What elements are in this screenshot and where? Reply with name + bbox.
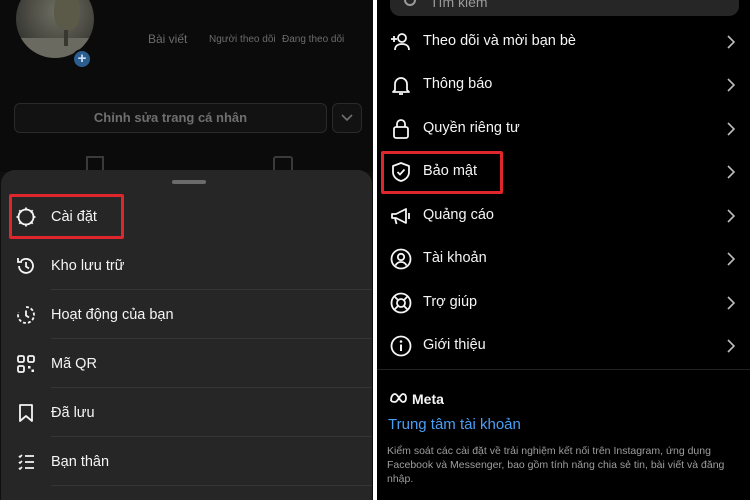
search-input[interactable]: Tìm kiếm	[390, 0, 739, 16]
search-icon	[404, 0, 416, 6]
chevron-right-icon	[725, 32, 737, 52]
section-divider	[377, 369, 750, 370]
settings-row-label: Quảng cáo	[423, 207, 494, 223]
menu-item-label: Mã QR	[51, 355, 97, 372]
menu-item-label: Đã lưu	[51, 404, 95, 421]
qr-code-icon	[15, 353, 37, 375]
chevron-right-icon	[725, 119, 737, 139]
settings-row-ads[interactable]: Quảng cáo	[377, 194, 750, 238]
menu-item-close-friends[interactable]: Bạn thân	[1, 437, 372, 486]
settings-row-label: Tài khoản	[423, 250, 487, 266]
close-friends-list-icon	[15, 451, 37, 473]
archive-history-icon	[15, 255, 37, 277]
settings-row-follow-invite[interactable]: Theo dõi và mời bạn bè	[377, 20, 750, 64]
bell-icon	[389, 73, 413, 97]
chevron-right-icon	[725, 336, 737, 356]
grid-icon[interactable]	[86, 156, 104, 170]
chevron-right-icon	[725, 293, 737, 313]
search-placeholder: Tìm kiếm	[430, 0, 488, 10]
highlight-box-security	[381, 151, 503, 194]
chevron-right-icon	[725, 162, 737, 182]
dimmed-profile-header: + Bài viết Người theo dõi Đang theo dõi …	[0, 0, 373, 172]
menu-item-label: Bạn thân	[51, 453, 110, 470]
settings-row-notifications[interactable]: Thông báo	[377, 63, 750, 107]
menu-item-archive[interactable]: Kho lưu trữ	[1, 241, 372, 290]
meta-logo-icon	[389, 391, 409, 407]
menu-item-label: Kho lưu trữ	[51, 257, 125, 274]
chevron-right-icon	[725, 75, 737, 95]
chevron-right-icon	[725, 206, 737, 226]
settings-row-help[interactable]: Trợ giúp	[377, 281, 750, 325]
profile-screen: + Bài viết Người theo dõi Đang theo dõi …	[0, 0, 373, 500]
lifebuoy-icon	[389, 291, 413, 315]
chevron-right-icon	[725, 249, 737, 269]
following-stat-label: Đang theo dõi	[282, 34, 345, 45]
highlight-box-settings	[9, 194, 124, 239]
settings-row-label: Thông báo	[423, 76, 493, 92]
settings-row-privacy[interactable]: Quyền riêng tư	[377, 107, 750, 151]
add-story-badge[interactable]: +	[72, 49, 92, 69]
menu-item-saved[interactable]: Đã lưu	[1, 388, 372, 437]
megaphone-icon	[389, 204, 413, 228]
sheet-handle[interactable]	[172, 180, 206, 184]
settings-row-label: Quyền riêng tư	[423, 120, 520, 136]
followers-stat-label: Người theo dõi	[209, 34, 276, 45]
info-icon	[389, 334, 413, 358]
meta-brand-label: Meta	[412, 391, 444, 407]
settings-row-account[interactable]: Tài khoản	[377, 237, 750, 281]
tagged-icon[interactable]	[273, 156, 293, 170]
settings-row-label: Theo dõi và mời bạn bè	[423, 33, 576, 49]
menu-item-qr[interactable]: Mã QR	[1, 339, 372, 388]
meta-brand: Meta	[389, 391, 444, 407]
posts-stat-label: Bài viết	[148, 32, 188, 46]
menu-item-activity[interactable]: Hoạt động của bạn	[1, 290, 372, 339]
menu-item-label: Hoạt động của bạn	[51, 306, 174, 323]
settings-row-label: Giới thiệu	[423, 337, 486, 353]
settings-row-about[interactable]: Giới thiệu	[377, 324, 750, 368]
chevron-down-icon[interactable]	[332, 103, 362, 133]
activity-icon	[15, 304, 37, 326]
bookmark-icon	[15, 402, 37, 424]
account-circle-icon	[389, 247, 413, 271]
add-person-icon	[389, 30, 413, 54]
accounts-center-description: Kiểm soát các cài đặt về trải nghiệm kết…	[387, 445, 725, 485]
settings-screen: Tìm kiếm Theo dõi và mời bạn bè Thông bá…	[377, 0, 750, 500]
edit-profile-button[interactable]: Chỉnh sửa trang cá nhân	[14, 103, 327, 133]
lock-icon	[389, 117, 413, 141]
settings-row-label: Trợ giúp	[423, 294, 478, 310]
accounts-center-link[interactable]: Trung tâm tài khoản	[388, 416, 521, 433]
